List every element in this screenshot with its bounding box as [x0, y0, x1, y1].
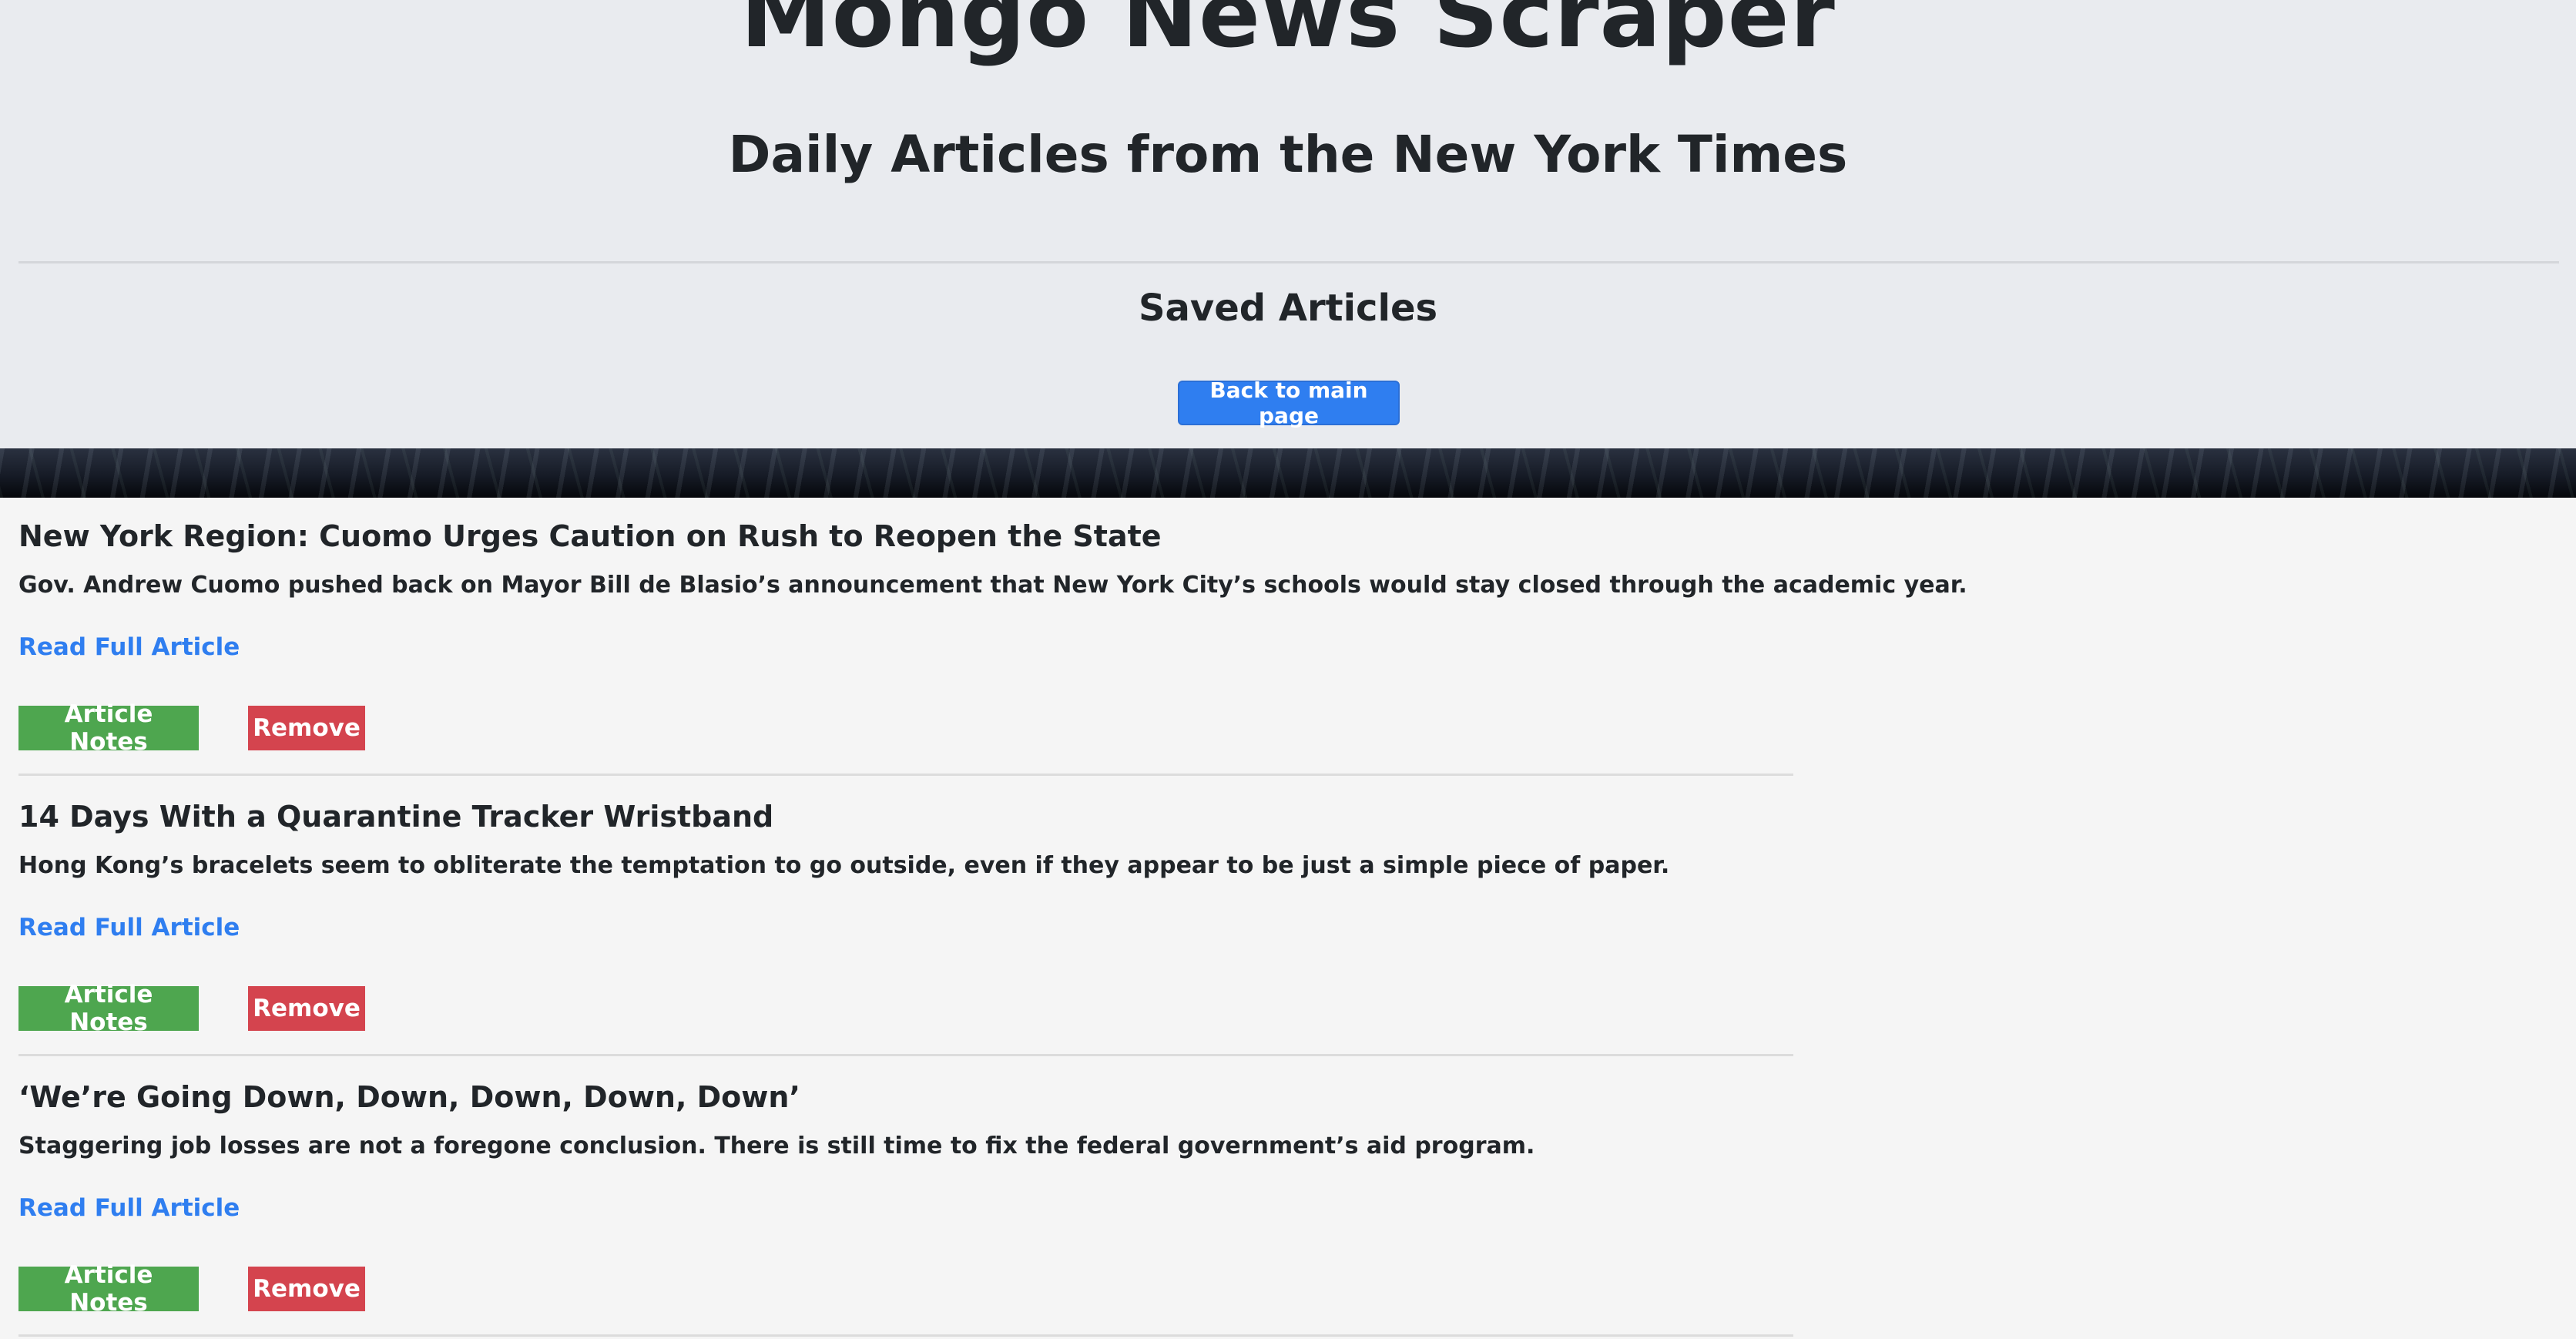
article-item: ‘We’re Going Down, Down, Down, Down, Dow…: [18, 1059, 1793, 1339]
remove-article-button[interactable]: Remove: [248, 1267, 365, 1311]
read-full-article-link[interactable]: Read Full Article: [18, 633, 240, 662]
article-item: 14 Days With a Quarantine Tracker Wristb…: [18, 778, 1793, 1059]
jumbotron-header: Mongo News Scraper Daily Articles from t…: [0, 0, 2576, 448]
article-divider: [18, 1054, 1793, 1056]
article-summary: Staggering job losses are not a foregone…: [18, 1133, 1535, 1159]
article-title: New York Region: Cuomo Urges Caution on …: [18, 519, 1162, 553]
read-full-article-link[interactable]: Read Full Article: [18, 914, 240, 942]
read-full-article-link[interactable]: Read Full Article: [18, 1194, 240, 1223]
article-title: ‘We’re Going Down, Down, Down, Down, Dow…: [18, 1080, 800, 1114]
banner-image-strip: [0, 448, 2576, 498]
article-summary: Hong Kong’s bracelets seem to obliterate…: [18, 852, 1670, 879]
article-notes-button[interactable]: Article Notes: [18, 1261, 199, 1317]
article-title: 14 Days With a Quarantine Tracker Wristb…: [18, 800, 774, 834]
article-item: New York Region: Cuomo Urges Caution on …: [18, 498, 1967, 778]
article-divider: [18, 1334, 1793, 1337]
article-notes-button[interactable]: Article Notes: [18, 981, 199, 1036]
article-summary: Gov. Andrew Cuomo pushed back on Mayor B…: [18, 572, 1967, 599]
header-divider: [18, 261, 2559, 263]
site-subtitle: Daily Articles from the New York Times: [728, 125, 1848, 184]
article-divider: [18, 774, 1793, 776]
saved-articles-list: New York Region: Cuomo Urges Caution on …: [18, 498, 1967, 1339]
saved-articles-heading: Saved Articles: [1138, 287, 1438, 330]
article-notes-button[interactable]: Article Notes: [18, 700, 199, 756]
remove-article-button[interactable]: Remove: [248, 986, 365, 1031]
back-to-main-button[interactable]: Back to main page: [1178, 378, 1400, 428]
remove-article-button[interactable]: Remove: [248, 706, 365, 750]
site-title: Mongo News Scraper: [740, 0, 1836, 68]
